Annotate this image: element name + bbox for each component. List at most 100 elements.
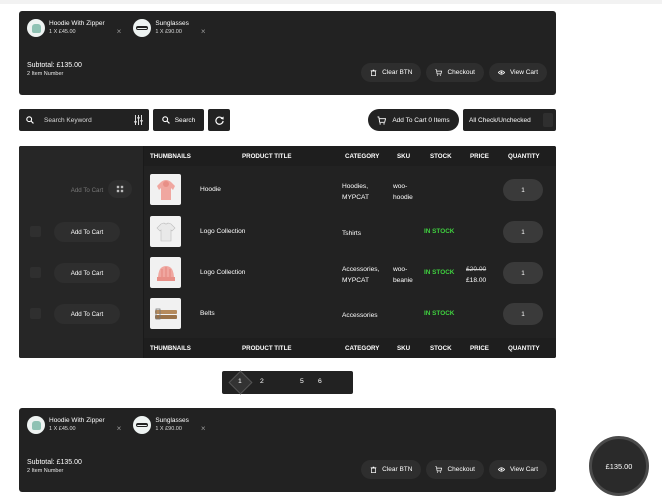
stock-status: IN STOCK: [424, 269, 455, 276]
search-button[interactable]: Search: [153, 109, 204, 131]
mini-cart-item-qty: 1 X £90.00: [155, 426, 182, 432]
cart-icon: [377, 115, 387, 125]
row-checkbox[interactable]: [30, 267, 41, 278]
product-category[interactable]: Accessories: [342, 310, 392, 321]
add-to-cart-button[interactable]: Add To Cart: [54, 304, 120, 324]
mini-cart-item-qty: 1 X £45.00: [49, 426, 76, 432]
remove-item-icon[interactable]: ×: [201, 424, 206, 433]
product-title[interactable]: Logo Collection: [200, 269, 245, 276]
floating-cart-total[interactable]: £135.00: [589, 436, 649, 496]
column-header: PRODUCT TITLE: [242, 345, 292, 352]
add-to-cart-selected-label: Add To Cart 0 Items: [392, 116, 450, 124]
quantity-stepper[interactable]: 1: [503, 303, 543, 325]
belt-thumbnail[interactable]: [150, 298, 181, 329]
remove-item-icon[interactable]: ×: [117, 424, 122, 433]
beanie-thumbnail[interactable]: [150, 257, 181, 288]
column-header: SKU: [397, 153, 411, 160]
refresh-icon: [214, 115, 224, 125]
product-title[interactable]: Hoodie: [200, 186, 221, 193]
variations-button[interactable]: [108, 180, 132, 198]
product-category[interactable]: Accessories,: [342, 264, 392, 275]
cart-icon: [435, 466, 443, 473]
product-sku: hoodie: [393, 194, 413, 201]
product-category[interactable]: MYPCAT: [342, 275, 392, 286]
search-icon: [26, 116, 34, 124]
page-link[interactable]: 5: [300, 378, 304, 385]
mini-cart-item-qty: 1 X £90.00: [155, 29, 182, 35]
top-divider: [0, 0, 662, 4]
mini-cart-item: Sunglasses 1 X £90.00 ×: [133, 416, 206, 434]
item-number-text: 2 Item Number: [27, 71, 64, 77]
options-icon: [116, 185, 124, 193]
check-all-toggle[interactable]: All Check/Unchecked: [463, 109, 556, 131]
remove-item-icon[interactable]: ×: [201, 27, 206, 36]
column-header: PRICE: [470, 153, 489, 160]
sunglasses-thumbnail: [133, 416, 152, 434]
search-input[interactable]: Search Keyword: [19, 109, 149, 131]
product-category[interactable]: MYPCAT: [342, 192, 392, 203]
page-current[interactable]: 1: [238, 378, 242, 385]
column-header: PRICE: [470, 345, 489, 352]
quantity-stepper[interactable]: 1: [503, 221, 543, 243]
add-to-cart-selected-button[interactable]: Add To Cart 0 Items: [368, 109, 459, 131]
subtotal-text: Subtotal: £135.00: [27, 62, 82, 69]
table-row: Add To Cart Belts Accessories IN STOCK 1: [19, 294, 556, 335]
remove-item-icon[interactable]: ×: [117, 27, 122, 36]
clear-cart-label: Clear BTN: [382, 466, 413, 473]
column-header: THUMBNAILS: [150, 345, 191, 352]
mini-cart-items: Hoodie With Zipper 1 X £45.00 × Sunglass…: [27, 19, 206, 37]
table-row: Add To Cart Logo Collection Tshirts IN S…: [19, 212, 556, 253]
search-button-label: Search: [174, 116, 196, 124]
reset-button[interactable]: [208, 109, 230, 131]
hoodie-thumbnail[interactable]: [150, 174, 181, 205]
mini-cart-item-name: Hoodie With Zipper: [49, 417, 105, 424]
mini-cart-item-name: Sunglasses: [155, 20, 189, 27]
eye-icon: [497, 70, 505, 75]
clear-cart-button[interactable]: Clear BTN: [361, 63, 422, 82]
add-to-cart-button[interactable]: Add To Cart: [54, 222, 120, 242]
column-header: QUANTITY: [508, 345, 540, 352]
mini-cart-item-qty: 1 X £45.00: [49, 29, 76, 35]
column-header: CATEGORY: [345, 153, 380, 160]
column-header: PRODUCT TITLE: [242, 153, 292, 160]
product-sku: beanie: [393, 277, 413, 284]
mini-cart-item-name: Sunglasses: [155, 417, 189, 424]
product-category[interactable]: Hoodies,: [342, 181, 392, 192]
search-placeholder: Search Keyword: [44, 116, 92, 124]
product-title[interactable]: Logo Collection: [200, 228, 245, 235]
hoodie-thumbnail: [27, 19, 45, 37]
table-footer: THUMBNAILS PRODUCT TITLE CATEGORY SKU ST…: [144, 338, 556, 358]
stock-status: IN STOCK: [424, 310, 455, 317]
product-sku: woo-: [393, 266, 408, 273]
subtotal-block: Subtotal: £135.00 2 Item Number: [27, 62, 82, 78]
product-title[interactable]: Belts: [200, 310, 215, 317]
product-category[interactable]: Tshirts: [342, 228, 392, 239]
add-to-cart-button[interactable]: Add To Cart: [54, 263, 120, 283]
row-checkbox[interactable]: [30, 308, 41, 319]
row-checkbox[interactable]: [30, 226, 41, 237]
tshirt-thumbnail[interactable]: [150, 216, 181, 247]
clear-cart-button[interactable]: Clear BTN: [361, 460, 422, 479]
sale-price: £18.00: [466, 277, 487, 284]
checkout-button[interactable]: Checkout: [426, 63, 484, 82]
stock-status: IN STOCK: [424, 228, 455, 235]
mini-cart-items: Hoodie With Zipper 1 X £45.00 × Sunglass…: [27, 416, 206, 434]
quantity-stepper[interactable]: 1: [503, 262, 543, 284]
quantity-stepper[interactable]: 1: [503, 179, 543, 201]
check-all-checkbox[interactable]: [543, 113, 553, 127]
mini-cart-item: Sunglasses 1 X £90.00 ×: [133, 19, 206, 37]
column-header: STOCK: [430, 153, 452, 160]
view-cart-button[interactable]: View Cart: [488, 63, 547, 82]
product-sku: woo-: [393, 183, 408, 190]
item-number-text: 2 Item Number: [27, 468, 64, 474]
page-link[interactable]: 2: [260, 378, 264, 385]
filter-sliders-icon[interactable]: [134, 115, 143, 125]
page-link[interactable]: 6: [318, 378, 322, 385]
checkout-button[interactable]: Checkout: [426, 460, 484, 479]
view-cart-label: View Cart: [509, 466, 538, 473]
column-header: THUMBNAILS: [150, 153, 191, 160]
trash-icon: [370, 466, 377, 473]
checkout-label: Checkout: [447, 466, 475, 473]
view-cart-button[interactable]: View Cart: [488, 460, 547, 479]
product-table: THUMBNAILS PRODUCT TITLE CATEGORY SKU ST…: [19, 146, 556, 358]
